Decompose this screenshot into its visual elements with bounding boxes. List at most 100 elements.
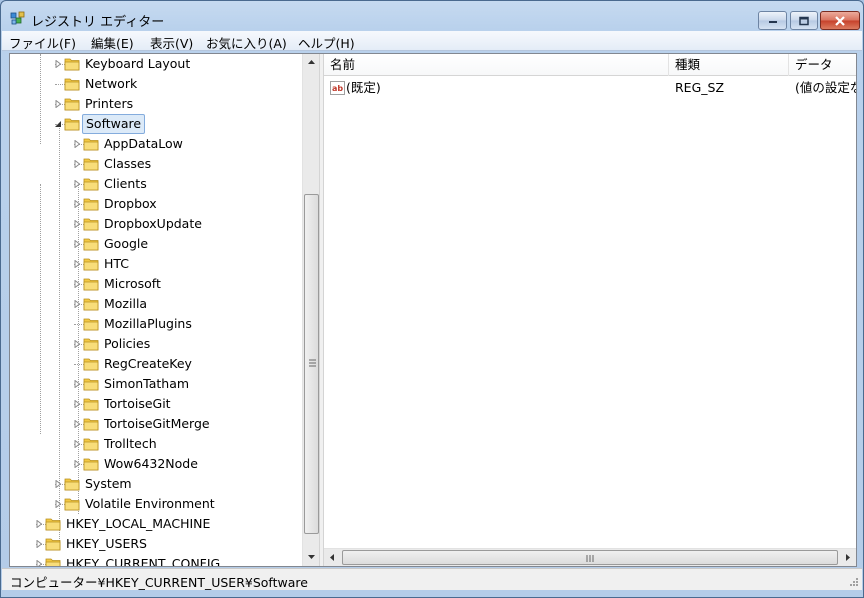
scroll-down-button[interactable] bbox=[303, 548, 319, 565]
collapsed-arrow-icon[interactable] bbox=[73, 460, 81, 468]
collapsed-arrow-icon[interactable] bbox=[54, 100, 62, 108]
list-horizontal-scrollbar[interactable] bbox=[324, 548, 856, 566]
tree-node[interactable]: TortoiseGitMerge bbox=[10, 414, 300, 434]
tree-node[interactable]: HKEY_CURRENT_CONFIG bbox=[10, 554, 300, 566]
menu-edit[interactable]: 編集(E) bbox=[88, 33, 137, 52]
folder-icon bbox=[45, 538, 61, 551]
tree-node[interactable]: Printers bbox=[10, 94, 300, 114]
down-arrow-icon bbox=[308, 555, 315, 559]
collapsed-arrow-icon[interactable] bbox=[73, 160, 81, 168]
tree-node[interactable]: MozillaPlugins bbox=[10, 314, 300, 334]
tree-node[interactable]: DropboxUpdate bbox=[10, 214, 300, 234]
menu-favorites[interactable]: お気に入り(A) bbox=[203, 33, 290, 52]
registry-tree[interactable]: HKEY_CURRENT_CONFIG HKEY_USERS HKEY_LOCAL_… bbox=[10, 54, 319, 566]
folder-icon bbox=[83, 398, 99, 411]
resize-grip-icon[interactable] bbox=[848, 576, 859, 587]
collapsed-arrow-icon[interactable] bbox=[54, 500, 62, 508]
collapsed-arrow-icon[interactable] bbox=[73, 300, 81, 308]
tree-node-label: Network bbox=[85, 76, 138, 91]
menu-help[interactable]: ヘルプ(H) bbox=[295, 33, 358, 52]
collapsed-arrow-icon[interactable] bbox=[73, 340, 81, 348]
tree-node[interactable]: AppDataLow bbox=[10, 134, 300, 154]
tree-node-label: HKEY_USERS bbox=[66, 536, 147, 551]
tree-node[interactable]: Policies bbox=[10, 334, 300, 354]
collapsed-arrow-icon[interactable] bbox=[73, 400, 81, 408]
tree-node[interactable]: Clients bbox=[10, 174, 300, 194]
tree-node[interactable]: HKEY_LOCAL_MACHINE bbox=[10, 514, 300, 534]
tree-node[interactable]: RegCreateKey bbox=[10, 354, 300, 374]
tree-vertical-scrollbar[interactable] bbox=[302, 54, 319, 566]
tree-node[interactable]: SimonTatham bbox=[10, 374, 300, 394]
collapsed-arrow-icon[interactable] bbox=[73, 200, 81, 208]
scroll-up-button[interactable] bbox=[303, 54, 319, 71]
tree-node[interactable]: Mozilla bbox=[10, 294, 300, 314]
tree-node[interactable]: Volatile Environment bbox=[10, 494, 300, 514]
collapsed-arrow-icon[interactable] bbox=[73, 380, 81, 388]
column-header-data[interactable]: データ bbox=[789, 54, 856, 76]
collapsed-arrow-icon[interactable] bbox=[73, 180, 81, 188]
string-value-icon: ab bbox=[330, 81, 345, 95]
tree-node[interactable]: Wow6432Node bbox=[10, 454, 300, 474]
tree-node[interactable]: Google bbox=[10, 234, 300, 254]
tree-node-label: HTC bbox=[104, 256, 130, 271]
folder-icon bbox=[45, 558, 61, 566]
collapsed-arrow-icon[interactable] bbox=[73, 140, 81, 148]
tree-node-label: DropboxUpdate bbox=[104, 216, 202, 231]
collapsed-arrow-icon[interactable] bbox=[73, 220, 81, 228]
minimize-button[interactable] bbox=[758, 11, 787, 30]
tree-node[interactable]: Microsoft bbox=[10, 274, 300, 294]
title-bar[interactable]: レジストリ エディター bbox=[1, 1, 863, 31]
tree-node[interactable]: Keyboard Layout bbox=[10, 54, 300, 74]
column-header-type[interactable]: 種類 bbox=[669, 54, 789, 76]
folder-icon bbox=[83, 358, 99, 371]
scroll-thumb[interactable] bbox=[304, 194, 319, 534]
tree-node[interactable]: HKEY_USERS bbox=[10, 534, 300, 554]
tree-node[interactable]: Network bbox=[10, 74, 300, 94]
horizontal-scroll-thumb[interactable] bbox=[342, 550, 838, 565]
collapsed-arrow-icon[interactable] bbox=[73, 240, 81, 248]
tree-node-label: Wow6432Node bbox=[104, 456, 198, 471]
collapsed-arrow-icon[interactable] bbox=[73, 420, 81, 428]
folder-icon bbox=[83, 298, 99, 311]
collapsed-arrow-icon[interactable] bbox=[73, 260, 81, 268]
tree-node-label: HKEY_CURRENT_CONFIG bbox=[66, 556, 221, 566]
maximize-button[interactable] bbox=[790, 11, 818, 30]
scroll-left-button[interactable] bbox=[324, 549, 341, 566]
column-header-name[interactable]: 名前 bbox=[324, 54, 669, 76]
menu-bar: ファイル(F) 編集(E) 表示(V) お気に入り(A) ヘルプ(H) bbox=[2, 31, 862, 51]
list-row[interactable]: ab (既定) REG_SZ (値の設定な bbox=[324, 78, 856, 98]
up-arrow-icon bbox=[308, 60, 315, 64]
tree-node[interactable]: Classes bbox=[10, 154, 300, 174]
tree-node-label: Classes bbox=[104, 156, 152, 171]
svg-text:ab: ab bbox=[332, 84, 343, 93]
tree-node[interactable]: Software bbox=[10, 114, 300, 134]
collapsed-arrow-icon[interactable] bbox=[35, 540, 43, 548]
regedit-icon bbox=[10, 11, 25, 25]
tree-node-label: Microsoft bbox=[104, 276, 161, 291]
close-button[interactable] bbox=[820, 11, 860, 30]
menu-file[interactable]: ファイル(F) bbox=[6, 33, 79, 52]
scroll-right-button[interactable] bbox=[839, 549, 856, 566]
expanded-arrow-icon[interactable] bbox=[54, 120, 62, 128]
maximize-icon bbox=[799, 16, 809, 25]
collapsed-arrow-icon[interactable] bbox=[73, 440, 81, 448]
collapsed-arrow-icon[interactable] bbox=[35, 520, 43, 528]
tree-node[interactable]: HTC bbox=[10, 254, 300, 274]
value-name: (既定) bbox=[346, 80, 381, 95]
value-list[interactable]: 名前 種類 データ ab (既定) REG_SZ (値の設定な bbox=[324, 54, 856, 566]
collapsed-arrow-icon[interactable] bbox=[54, 60, 62, 68]
folder-icon bbox=[64, 118, 80, 131]
status-path: コンピューター¥HKEY_CURRENT_USER¥Software bbox=[10, 575, 308, 590]
tree-node-label: Policies bbox=[104, 336, 151, 351]
menu-view[interactable]: 表示(V) bbox=[147, 33, 196, 52]
collapsed-arrow-icon[interactable] bbox=[35, 560, 43, 566]
tree-node[interactable]: TortoiseGit bbox=[10, 394, 300, 414]
value-type: REG_SZ bbox=[675, 80, 725, 95]
tree-node-label: System bbox=[85, 476, 132, 491]
tree-node[interactable]: Trolltech bbox=[10, 434, 300, 454]
tree-node[interactable]: Dropbox bbox=[10, 194, 300, 214]
tree-node[interactable]: System bbox=[10, 474, 300, 494]
collapsed-arrow-icon[interactable] bbox=[54, 480, 62, 488]
collapsed-arrow-icon[interactable] bbox=[73, 280, 81, 288]
folder-icon bbox=[64, 498, 80, 511]
